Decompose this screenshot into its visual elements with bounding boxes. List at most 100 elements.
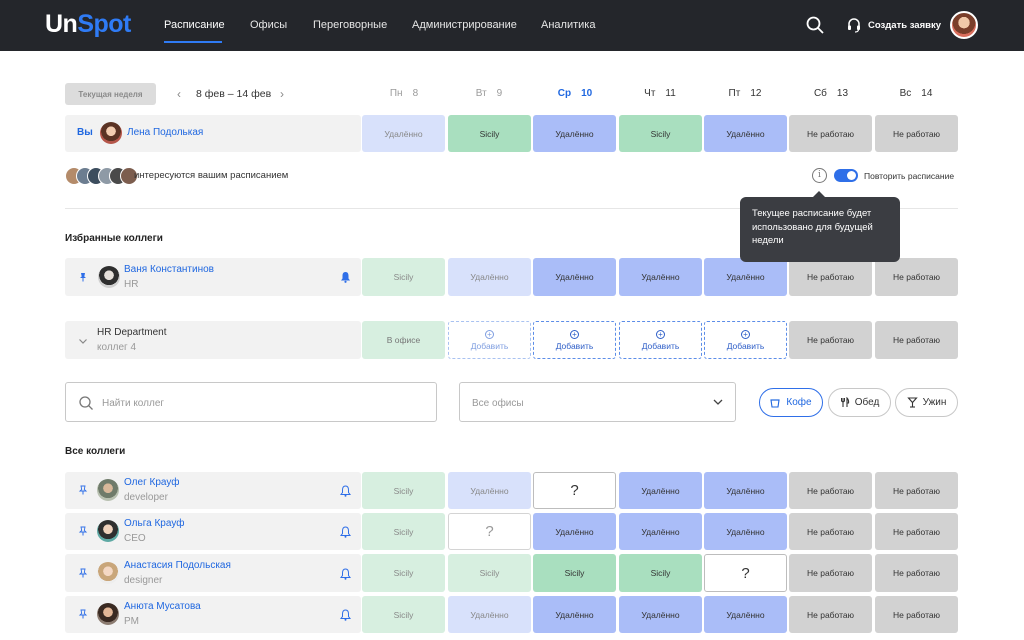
schedule-cell[interactable]: Удалённо — [619, 472, 702, 509]
coffee-cup-icon — [770, 398, 781, 408]
schedule-cell[interactable]: Удалённо — [619, 513, 702, 550]
schedule-cell[interactable]: Sicily — [362, 472, 445, 509]
bell-outline-icon[interactable] — [340, 526, 351, 538]
avatar — [98, 266, 120, 288]
add-schedule-button[interactable]: + Добавить — [704, 321, 787, 359]
day-header-tue: Вт 9 — [447, 88, 531, 99]
schedule-cell[interactable]: Не работаю — [875, 258, 958, 296]
nav-offices[interactable]: Офисы — [250, 19, 287, 31]
coffee-filter-button[interactable]: Кофе — [759, 388, 823, 417]
colleague-name-link[interactable]: Анюта Мусатова — [124, 601, 201, 612]
schedule-cell[interactable]: Не работаю — [875, 513, 958, 550]
schedule-cell[interactable]: Не работаю — [789, 321, 872, 359]
schedule-cell[interactable]: Удалённо — [448, 472, 531, 509]
chevron-down-icon[interactable] — [78, 336, 88, 346]
schedule-cell[interactable]: Sicily — [619, 554, 702, 592]
schedule-cell[interactable]: Удалённо — [533, 513, 616, 550]
schedule-cell[interactable]: Sicily — [448, 115, 531, 152]
schedule-cell[interactable]: Удалённо — [533, 596, 616, 633]
bell-outline-icon[interactable] — [340, 609, 351, 621]
colleague-name-link[interactable]: Анастасия Подольская — [124, 560, 231, 571]
schedule-cell[interactable]: Sicily — [362, 554, 445, 592]
colleague-name-link[interactable]: Ольга Крауф — [124, 518, 184, 529]
prev-week-icon[interactable]: ‹ — [173, 88, 185, 100]
user-avatar[interactable] — [950, 11, 978, 39]
schedule-cell[interactable]: Не работаю — [875, 321, 958, 359]
colleague-search-input[interactable] — [102, 394, 422, 412]
nav-administration[interactable]: Администрирование — [412, 19, 517, 31]
logo-part-spot: Spot — [77, 10, 131, 38]
schedule-cell[interactable]: Не работаю — [875, 554, 958, 592]
schedule-cell[interactable]: Удалённо — [704, 513, 787, 550]
nav-meeting-rooms[interactable]: Переговорные — [313, 19, 387, 31]
schedule-cell[interactable]: Удалённо — [533, 258, 616, 296]
schedule-cell[interactable]: Не работаю — [789, 115, 872, 152]
unspot-logo[interactable]: UnSpot — [45, 10, 131, 39]
schedule-cell[interactable]: Удалённо — [704, 472, 787, 509]
pin-outline-icon[interactable] — [78, 609, 88, 619]
schedule-cell[interactable]: Sicily — [533, 554, 616, 592]
schedule-cell[interactable]: Не работаю — [875, 115, 958, 152]
schedule-cell[interactable]: Удалённо — [619, 258, 702, 296]
schedule-cell[interactable]: Не работаю — [789, 258, 872, 296]
add-label: Добавить — [726, 340, 765, 351]
info-icon[interactable]: i — [812, 168, 827, 183]
colleague-role: developer — [124, 492, 168, 503]
colleague-search-box[interactable] — [65, 382, 437, 422]
schedule-cell[interactable]: Не работаю — [789, 513, 872, 550]
nav-schedule[interactable]: Расписание — [164, 19, 225, 31]
schedule-cell[interactable]: Sicily — [362, 513, 445, 550]
create-request-button[interactable]: Создать заявку — [846, 17, 941, 33]
schedule-cell[interactable]: В офисе — [362, 321, 445, 359]
search-icon[interactable] — [805, 15, 825, 35]
schedule-cell[interactable]: Удалённо — [619, 596, 702, 633]
schedule-cell[interactable]: Удалённо — [448, 596, 531, 633]
day-header-sat: Сб 13 — [789, 88, 873, 99]
unknown-schedule-cell[interactable]: ? — [704, 554, 787, 592]
office-select[interactable]: Все офисы — [459, 382, 736, 422]
colleague-name-link[interactable]: Олег Крауф — [124, 477, 179, 488]
schedule-cell[interactable]: Не работаю — [789, 554, 872, 592]
schedule-cell[interactable]: Удалённо — [704, 258, 787, 296]
pin-outline-icon[interactable] — [78, 526, 88, 536]
wine-glass-icon — [906, 397, 918, 408]
day-header-sun: Вс 14 — [874, 88, 958, 99]
schedule-cell[interactable]: Удалённо — [704, 596, 787, 633]
schedule-cell[interactable]: Sicily — [362, 258, 445, 296]
next-week-icon[interactable]: › — [276, 88, 288, 100]
colleague-name-link[interactable]: Ваня Константинов — [124, 264, 214, 275]
unknown-schedule-cell[interactable]: ? — [448, 513, 531, 550]
watchers-avatars[interactable] — [65, 167, 138, 185]
your-name-link[interactable]: Лена Подолькая — [127, 127, 203, 138]
schedule-cell[interactable]: Не работаю — [875, 596, 958, 633]
schedule-cell[interactable]: Удалённо — [362, 115, 445, 152]
pin-outline-icon[interactable] — [78, 485, 88, 495]
pin-outline-icon[interactable] — [78, 568, 88, 578]
schedule-cell[interactable]: Не работаю — [789, 472, 872, 509]
pin-icon[interactable] — [78, 272, 88, 282]
schedule-cell[interactable]: Удалённо — [533, 115, 616, 152]
schedule-cell[interactable]: Удалённо — [448, 258, 531, 296]
add-schedule-button[interactable]: + Добавить — [533, 321, 616, 359]
bell-outline-icon[interactable] — [340, 568, 351, 580]
colleague-role: designer — [124, 575, 163, 586]
schedule-cell[interactable]: Не работаю — [789, 596, 872, 633]
add-schedule-button[interactable]: + Добавить — [448, 321, 531, 359]
dinner-filter-button[interactable]: Ужин — [895, 388, 958, 417]
unknown-schedule-cell[interactable]: ? — [533, 472, 616, 509]
bell-outline-icon[interactable] — [340, 485, 351, 497]
add-label: Добавить — [641, 340, 680, 351]
schedule-cell[interactable]: Удалённо — [704, 115, 787, 152]
day-name: Чт — [644, 88, 656, 99]
schedule-cell[interactable]: Sicily — [448, 554, 531, 592]
schedule-cell[interactable]: Sicily — [362, 596, 445, 633]
current-week-button[interactable]: Текущая неделя — [65, 83, 156, 105]
create-request-label: Создать заявку — [868, 19, 942, 31]
nav-analytics[interactable]: Аналитика — [541, 19, 595, 31]
schedule-cell[interactable]: Sicily — [619, 115, 702, 152]
schedule-cell[interactable]: Не работаю — [875, 472, 958, 509]
add-schedule-button[interactable]: + Добавить — [619, 321, 702, 359]
repeat-schedule-toggle[interactable] — [834, 169, 858, 182]
lunch-filter-button[interactable]: Обед — [828, 388, 891, 417]
bell-icon[interactable] — [340, 271, 351, 283]
